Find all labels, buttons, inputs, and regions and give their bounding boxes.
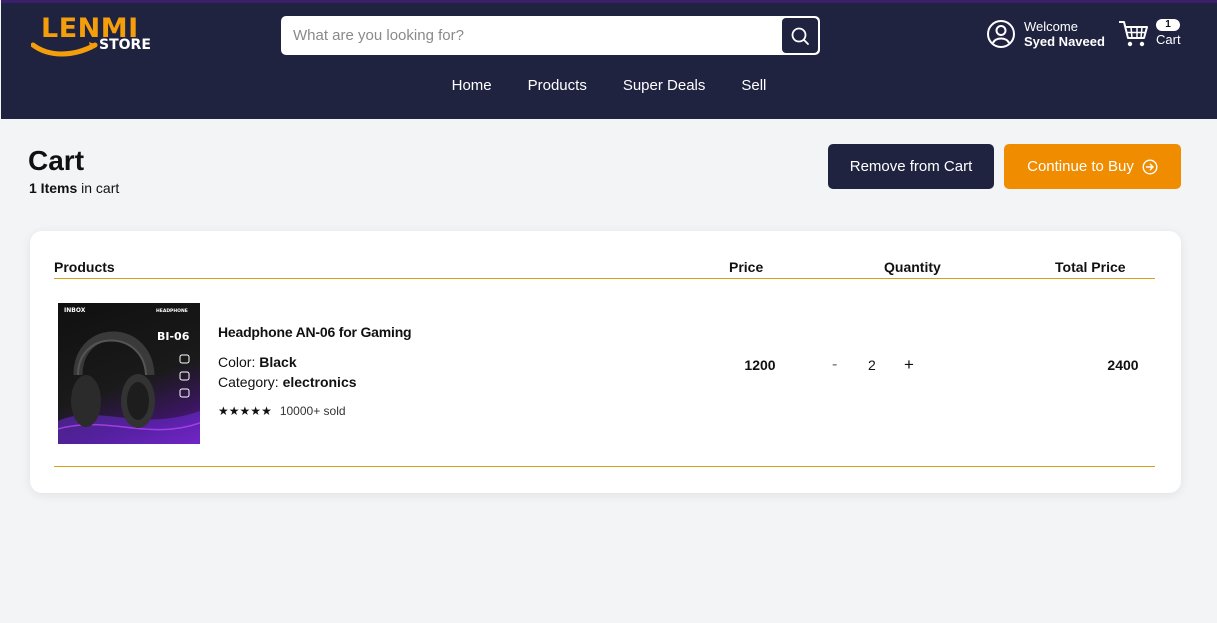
arrow-right-circle-icon bbox=[1142, 158, 1158, 175]
product-rating: ★ ★ ★ ★ ★ 10000+ sold bbox=[218, 404, 346, 418]
cart-count-badge: 1 bbox=[1156, 19, 1180, 31]
product-category: Category: electronics bbox=[218, 374, 357, 390]
search-bar bbox=[281, 16, 820, 55]
item-price: 1200 bbox=[744, 357, 776, 373]
user-name: Syed Naveed bbox=[1024, 34, 1105, 49]
category-value: electronics bbox=[282, 374, 357, 390]
table-row: INBOX HEADPHONE BI-06 Headphone AN-06 fo… bbox=[54, 279, 1155, 467]
header-quantity: Quantity bbox=[884, 259, 941, 275]
image-brand-text: INBOX bbox=[64, 307, 86, 314]
main-nav: Home Products Super Deals Sell bbox=[1, 77, 1217, 94]
continue-to-buy-button[interactable]: Continue to Buy bbox=[1004, 144, 1181, 189]
nav-home[interactable]: Home bbox=[452, 77, 492, 94]
star-icon: ★ bbox=[228, 404, 240, 418]
category-label: Category: bbox=[218, 374, 279, 390]
store-logo[interactable]: LENMI STORE bbox=[31, 13, 161, 63]
header-products: Products bbox=[54, 259, 115, 275]
product-name[interactable]: Headphone AN-06 for Gaming bbox=[218, 324, 412, 340]
items-count-suffix: in cart bbox=[81, 180, 120, 196]
image-model-text: BI-06 bbox=[157, 330, 190, 343]
logo-swoosh-icon bbox=[31, 42, 98, 57]
page-title: Cart bbox=[28, 145, 85, 176]
header-total-price: Total Price bbox=[1055, 259, 1126, 275]
cart-table-card: Products Price Quantity Total Price INBO… bbox=[30, 231, 1181, 493]
continue-to-buy-label: Continue to Buy bbox=[1027, 158, 1134, 175]
search-button[interactable] bbox=[782, 18, 818, 53]
remove-from-cart-label: Remove from Cart bbox=[849, 158, 973, 175]
user-text: Welcome Syed Naveed bbox=[1024, 19, 1105, 49]
cart-label: Cart bbox=[1156, 32, 1181, 47]
image-tag-text: HEADPHONE bbox=[156, 308, 188, 314]
top-header: LENMI STORE Welcome Syed Naveed bbox=[1, 0, 1217, 119]
headphone-illustration: INBOX HEADPHONE BI-06 bbox=[58, 307, 200, 444]
star-icon: ★ bbox=[261, 404, 272, 418]
star-icon: ★ bbox=[218, 404, 229, 418]
item-total-price: 2400 bbox=[1107, 357, 1139, 373]
cart-button[interactable]: 1 Cart bbox=[1118, 17, 1188, 51]
table-header: Products Price Quantity Total Price bbox=[54, 259, 1155, 279]
cart-items-count: 1 Items in cart bbox=[29, 180, 119, 196]
nav-sell[interactable]: Sell bbox=[741, 77, 766, 94]
search-input[interactable] bbox=[281, 16, 777, 55]
search-icon bbox=[791, 27, 809, 45]
sold-count: 10000+ sold bbox=[279, 404, 346, 418]
product-image[interactable]: INBOX HEADPHONE BI-06 bbox=[58, 303, 200, 444]
product-color: Color: Black bbox=[218, 354, 297, 370]
star-icon: ★ bbox=[239, 404, 251, 418]
items-count-value: 1 Items bbox=[29, 180, 78, 196]
star-icon: ★ bbox=[250, 404, 262, 418]
shopping-cart-icon bbox=[1119, 21, 1148, 47]
color-value: Black bbox=[259, 354, 297, 370]
logo-sub-text: STORE bbox=[99, 37, 151, 53]
user-icon bbox=[987, 20, 1015, 48]
color-label: Color: bbox=[218, 354, 256, 370]
header-price: Price bbox=[729, 259, 764, 275]
user-account[interactable]: Welcome Syed Naveed bbox=[986, 17, 1105, 51]
increase-quantity-button[interactable]: + bbox=[904, 355, 914, 375]
quantity-value: 2 bbox=[868, 357, 876, 373]
nav-products[interactable]: Products bbox=[528, 77, 587, 94]
user-greeting: Welcome bbox=[1024, 19, 1078, 34]
remove-from-cart-button[interactable]: Remove from Cart bbox=[828, 144, 994, 189]
quantity-stepper: - 2 + bbox=[824, 355, 924, 377]
decrease-quantity-button[interactable]: - bbox=[832, 356, 837, 374]
nav-super-deals[interactable]: Super Deals bbox=[623, 77, 706, 94]
